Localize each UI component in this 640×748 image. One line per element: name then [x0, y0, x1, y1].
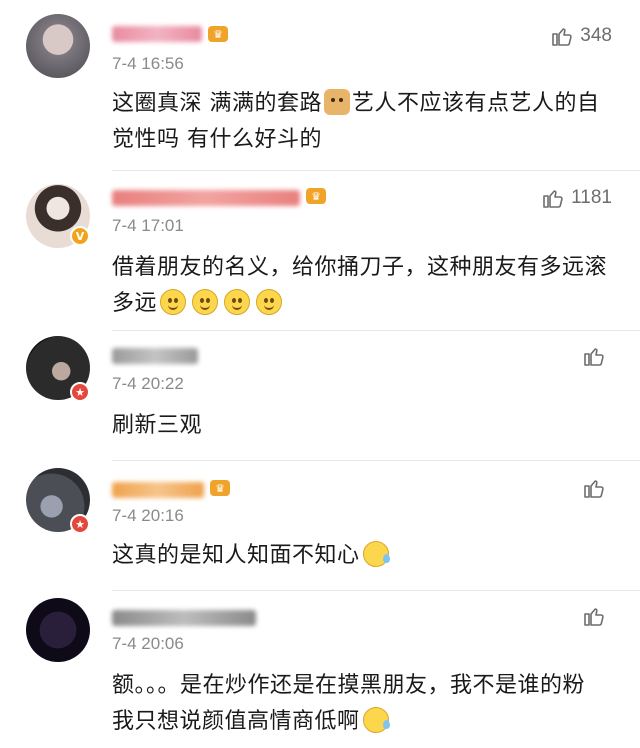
- verified-badge: V: [70, 226, 90, 246]
- vip-crown-icon: ♛: [210, 480, 230, 496]
- username[interactable]: [112, 348, 198, 364]
- like-count: 348: [580, 25, 612, 46]
- thumbs-up-icon: [552, 28, 573, 46]
- comment-item: ♛ 7-4 16:56 348 这圈真深 满满的套路 艺人不应该有点艺人的自 觉性…: [0, 0, 640, 170]
- comment-text: 借着朋友的名义，给你捅刀子，这种朋友有多远滚 多远: [112, 255, 608, 316]
- comment-time: 7-4 20:06: [112, 634, 184, 653]
- username[interactable]: [112, 482, 204, 498]
- like-count: 1181: [571, 187, 612, 208]
- like-button[interactable]: [582, 476, 612, 500]
- avatar[interactable]: [26, 14, 90, 78]
- comment-time: 7-4 20:16: [112, 506, 184, 525]
- comment-item: ★ 7-4 20:22 刷新三观: [0, 330, 640, 460]
- like-button[interactable]: 1181: [541, 186, 612, 210]
- comment-time: 7-4 20:22: [112, 374, 184, 393]
- like-button[interactable]: [582, 604, 612, 628]
- like-button[interactable]: [582, 344, 612, 368]
- comment-text: 这圈真深 满满的套路 艺人不应该有点艺人的自 觉性吗 有什么好斗的: [112, 89, 600, 152]
- avatar[interactable]: [26, 598, 90, 662]
- thumbs-up-icon: [584, 348, 604, 366]
- username[interactable]: [112, 610, 256, 626]
- comment-time: 7-4 17:01: [112, 216, 184, 235]
- member-badge: ★: [70, 514, 90, 534]
- username[interactable]: [112, 26, 202, 42]
- thumbs-up-icon: [584, 480, 604, 498]
- thumbs-up-icon: [584, 608, 604, 626]
- comment-item: V ♛ 7-4 17:01 1181 借着朋友的名义，给你捅刀子，这种朋友有多远…: [0, 170, 640, 330]
- smile-emoji-icon: [160, 289, 187, 315]
- sweat-emoji-icon: [362, 707, 390, 733]
- vip-crown-icon: ♛: [208, 26, 228, 42]
- thumbs-up-icon: [543, 190, 563, 208]
- comment-text: 刷新三观: [112, 413, 203, 438]
- comment-item: ★ ♛ 7-4 20:16 这真的是知人知面不知心: [0, 460, 640, 590]
- sweat-emoji-icon: [362, 541, 390, 567]
- smile-emoji-icon: [192, 289, 219, 315]
- member-badge: ★: [70, 382, 90, 402]
- smile-emoji-icon: [256, 289, 283, 315]
- comment-item: 7-4 20:06 额。。。是在炒作还是在摸黑朋友，我不是谁的粉 我只想说颜值高…: [0, 590, 640, 748]
- doge-emoji-icon: [324, 89, 350, 115]
- vip-crown-icon: ♛: [306, 188, 326, 204]
- comment-time: 7-4 16:56: [112, 54, 184, 73]
- username[interactable]: [112, 190, 300, 206]
- comment-text: 这真的是知人知面不知心: [112, 538, 620, 574]
- comment-text: 额。。。是在炒作还是在摸黑朋友，我不是谁的粉 我只想说颜值高情商低啊: [112, 673, 586, 734]
- like-button[interactable]: 348: [550, 24, 612, 48]
- smile-emoji-icon: [224, 289, 251, 315]
